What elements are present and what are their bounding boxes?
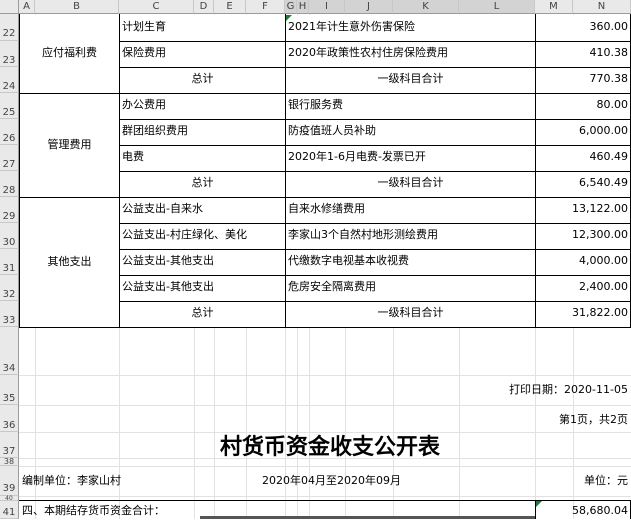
col-header-e[interactable]: E	[214, 0, 246, 14]
row-header-27[interactable]: 27	[0, 145, 19, 171]
subtotal-label-cell[interactable]: 一级科目合计	[286, 176, 535, 189]
row-header-33[interactable]: 33	[0, 301, 19, 327]
row-header-37[interactable]: 37	[0, 432, 19, 458]
subitem-cell[interactable]: 公益支出-自来水	[122, 202, 203, 215]
subtotal-amount-cell[interactable]: 31,822.00	[536, 306, 628, 319]
description-cell[interactable]: 2021年计生意外伤害保险	[288, 20, 415, 33]
row-header-28[interactable]: 28	[0, 171, 19, 197]
amount-cell[interactable]: 80.00	[536, 98, 629, 111]
row-header-22[interactable]: 22	[0, 14, 19, 41]
category-cell-other[interactable]: 其他支出	[20, 255, 119, 268]
description-cell[interactable]: 自来水修缮费用	[288, 202, 365, 215]
balance-value-cell[interactable]: 58,680.04	[536, 504, 628, 517]
row-header-36[interactable]: 36	[0, 405, 19, 432]
category-cell-welfare[interactable]: 应付福利费	[20, 46, 119, 59]
amount-cell[interactable]: 13,122.00	[536, 202, 628, 215]
col-header-k[interactable]: K	[393, 0, 459, 14]
row-header-34[interactable]: 34	[0, 327, 19, 375]
amount-cell[interactable]: 360.00	[536, 20, 629, 33]
description-cell[interactable]: 防疫值班人员补助	[288, 124, 376, 137]
description-cell[interactable]: 李家山3个自然村地形测绘费用	[288, 228, 438, 241]
col-header-n[interactable]: N	[573, 0, 631, 14]
error-marker-icon	[286, 15, 292, 21]
subitem-cell[interactable]: 公益支出-其他支出	[122, 254, 214, 267]
subtotal-amount-cell[interactable]: 770.38	[536, 72, 629, 85]
row-header-31[interactable]: 31	[0, 249, 19, 275]
report-title-cell[interactable]: 村货币资金收支公开表	[120, 433, 540, 461]
description-cell[interactable]: 危房安全隔离费用	[288, 280, 376, 293]
subitem-cell[interactable]: 保险费用	[122, 46, 166, 59]
col-header-c[interactable]: C	[119, 0, 194, 14]
description-cell[interactable]: 银行服务费	[288, 98, 343, 111]
total-label-cell[interactable]: 总计	[120, 72, 285, 85]
col-header-b[interactable]: B	[35, 0, 119, 14]
row-header-29[interactable]: 29	[0, 197, 19, 223]
row-header-32[interactable]: 32	[0, 275, 19, 301]
corner-select-all[interactable]	[0, 0, 19, 14]
subtotal-label-cell[interactable]: 一级科目合计	[286, 306, 535, 319]
category-cell-management[interactable]: 管理费用	[20, 138, 119, 151]
description-cell[interactable]: 代缴数字电视基本收视费	[288, 254, 409, 267]
subitem-cell[interactable]: 群团组织费用	[122, 124, 188, 137]
col-header-m[interactable]: M	[535, 0, 573, 14]
amount-cell[interactable]: 12,300.00	[536, 228, 628, 241]
balance-label-cell[interactable]: 四、本期结存货币资金合计：	[22, 504, 165, 517]
unit-name-cell[interactable]: 编制单位：李家山村	[22, 474, 121, 487]
description-cell[interactable]: 2020年政策性农村住房保险费用	[288, 46, 448, 59]
col-header-a[interactable]: A	[19, 0, 35, 14]
currency-unit-cell[interactable]: 单位：元	[500, 474, 628, 487]
row-header-25[interactable]: 25	[0, 93, 19, 119]
subitem-cell[interactable]: 电费	[122, 150, 144, 163]
subtotal-amount-cell[interactable]: 6,540.49	[536, 176, 628, 189]
amount-cell[interactable]: 2,400.00	[536, 280, 628, 293]
col-header-j[interactable]: J	[345, 0, 393, 14]
amount-cell[interactable]: 4,000.00	[536, 254, 628, 267]
row-header-35[interactable]: 35	[0, 375, 19, 405]
amount-cell[interactable]: 460.49	[536, 150, 629, 163]
period-cell[interactable]: 2020年04月至2020年09月	[262, 474, 401, 487]
print-date-cell[interactable]: 打印日期：2020-11-05	[400, 383, 628, 396]
row-header-23[interactable]: 23	[0, 41, 19, 67]
col-header-h[interactable]: H	[297, 0, 309, 14]
col-header-l[interactable]: L	[459, 0, 535, 14]
page-info-cell[interactable]: 第1页，共2页	[400, 413, 628, 426]
error-marker-icon	[536, 501, 542, 507]
row-header-30[interactable]: 30	[0, 223, 19, 249]
subitem-cell[interactable]: 公益支出-其他支出	[122, 280, 214, 293]
subitem-cell[interactable]: 计划生育	[122, 20, 166, 33]
row-header-41[interactable]: 41	[0, 501, 19, 519]
row-header-39[interactable]: 39	[0, 466, 19, 496]
row-header-24[interactable]: 24	[0, 67, 19, 93]
amount-cell[interactable]: 6,000.00	[536, 124, 628, 137]
col-header-g[interactable]: G	[285, 0, 297, 14]
total-label-cell[interactable]: 总计	[120, 306, 285, 319]
amount-cell[interactable]: 410.38	[536, 46, 629, 59]
description-cell[interactable]: 2020年1-6月电费-发票已开	[288, 150, 426, 163]
total-label-cell[interactable]: 总计	[120, 176, 285, 189]
col-header-d[interactable]: D	[194, 0, 214, 14]
row-header-26[interactable]: 26	[0, 119, 19, 145]
subitem-cell[interactable]: 公益支出-村庄绿化、美化	[122, 228, 247, 241]
subtotal-label-cell[interactable]: 一级科目合计	[286, 72, 535, 85]
col-header-i[interactable]: I	[309, 0, 345, 14]
subitem-cell[interactable]: 办公费用	[122, 98, 166, 111]
col-header-f[interactable]: F	[246, 0, 285, 14]
row-header-38[interactable]: 38	[0, 458, 19, 466]
